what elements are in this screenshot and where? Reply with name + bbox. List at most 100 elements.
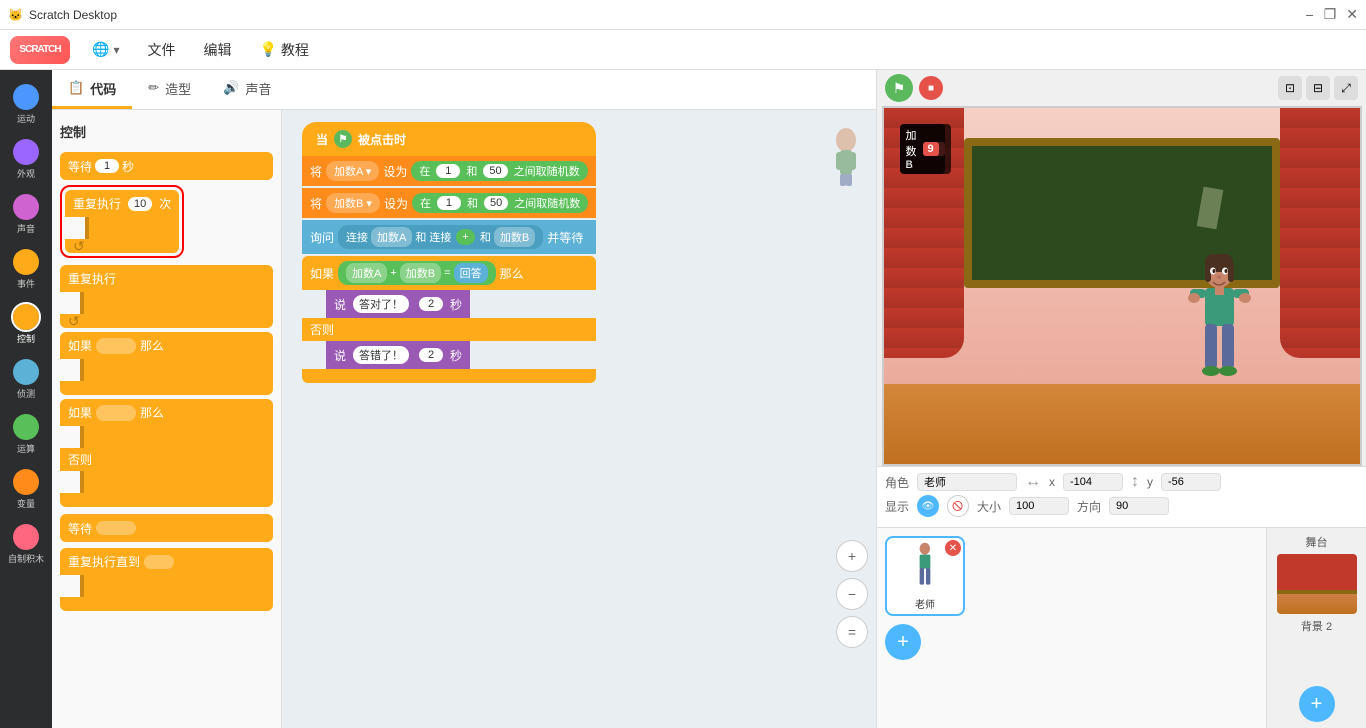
sprite-item-thumb xyxy=(900,542,950,592)
say-wrong-block[interactable]: 说 答错了！ 2 秒 xyxy=(326,341,470,369)
stage-small-button[interactable]: ⊡ xyxy=(1278,76,1302,100)
repeat-until-slot xyxy=(144,555,174,569)
zoom-out-button[interactable]: − xyxy=(836,578,868,610)
set-b-block[interactable]: 将 加数B ▾ 设为 在 1 和 50 之间取随机数 xyxy=(302,188,596,218)
sprite-delete-button[interactable]: ✕ xyxy=(945,540,961,556)
sidebar-item-variables[interactable]: 变量 xyxy=(4,465,48,514)
dir-label: 方向 xyxy=(1077,498,1101,515)
wait-until-block[interactable]: 等待 xyxy=(60,514,273,542)
sidebar-item-sound[interactable]: 声音 xyxy=(4,190,48,239)
dir-input[interactable] xyxy=(1109,497,1169,515)
sound-label: 声音 xyxy=(17,222,35,235)
script-area: 当 ⚑ 被点击时 将 加数A ▾ 设为 在 1 和 50 之间取随机数 xyxy=(282,110,876,728)
sprite-item-name: 老师 xyxy=(915,596,935,611)
playback-buttons: ⚑ ■ xyxy=(885,74,943,102)
repeat-n-input[interactable]: 10 xyxy=(128,197,152,211)
set-a-block[interactable]: 将 加数A ▾ 设为 在 1 和 50 之间取随机数 xyxy=(302,156,596,186)
control-label: 控制 xyxy=(17,332,35,345)
edit-menu[interactable]: 编辑 xyxy=(197,36,237,64)
zoom-reset-button[interactable]: = xyxy=(836,616,868,648)
tab-costume[interactable]: ✏ 造型 xyxy=(132,70,207,109)
sidebar-item-events[interactable]: 事件 xyxy=(4,245,48,294)
stage-medium-button[interactable]: ⊟ xyxy=(1306,76,1330,100)
sprite-list-container: ✕ 老师 + xyxy=(877,528,1266,728)
sidebar-item-control[interactable]: 控制 xyxy=(4,300,48,349)
set-b-rand-max[interactable]: 50 xyxy=(484,196,508,210)
x-input[interactable] xyxy=(1063,473,1123,491)
stage-size-buttons: ⊡ ⊟ ⤢ xyxy=(1278,76,1358,100)
say-correct-secs[interactable]: 2 xyxy=(419,297,443,311)
looks-dot xyxy=(13,139,39,165)
ask-block[interactable]: 询问 连接 加数A 和 连接 + 和 加数B 并等待 xyxy=(302,220,596,254)
size-input[interactable] xyxy=(1009,497,1069,515)
globe-menu[interactable]: 🌐 ▾ xyxy=(86,37,125,62)
backdrop-count-label: 背景 xyxy=(1301,621,1323,633)
sprite-list: ✕ 老师 xyxy=(881,532,1262,620)
repeat-until-label: 重复执行直到 xyxy=(68,553,140,570)
sidebar-item-sensing[interactable]: 侦测 xyxy=(4,355,48,404)
globe-icon: 🌐 xyxy=(92,41,109,58)
wait-block[interactable]: 等待 1 秒 xyxy=(60,152,273,180)
tab-code[interactable]: 📋 代码 xyxy=(52,70,132,109)
code-icon: 📋 xyxy=(68,80,84,96)
show-hidden-button[interactable]: 🚫 xyxy=(947,495,969,517)
tutorial-menu[interactable]: 💡 教程 xyxy=(253,36,314,64)
maximize-button[interactable]: ❐ xyxy=(1324,6,1337,23)
say-correct-unit: 秒 xyxy=(450,296,462,313)
add-backdrop-button[interactable]: + xyxy=(1299,686,1335,722)
floor xyxy=(884,384,1360,464)
say-wrong-secs[interactable]: 2 xyxy=(419,348,443,362)
stage-full-button[interactable]: ⤢ xyxy=(1334,76,1358,100)
if-then: 那么 xyxy=(140,337,164,354)
xy-arrow-icon: ↔ xyxy=(1025,473,1041,491)
say-wrong-msg[interactable]: 答错了！ xyxy=(353,346,409,364)
if-footer xyxy=(302,369,596,383)
sprite-item-teacher[interactable]: ✕ 老师 xyxy=(885,536,965,616)
tab-sound[interactable]: 🔊 声音 xyxy=(207,70,287,109)
set-a-rand-max[interactable]: 50 xyxy=(483,164,507,178)
add-sprite-button[interactable]: + xyxy=(885,624,921,660)
if-header[interactable]: 如果 那么 xyxy=(60,332,273,359)
set-b-rand-min[interactable]: 1 xyxy=(437,196,461,210)
file-menu[interactable]: 文件 xyxy=(141,36,181,64)
show-visible-button[interactable]: 👁 xyxy=(917,495,939,517)
green-flag-button[interactable]: ⚑ xyxy=(885,74,913,102)
if-footer xyxy=(60,381,273,395)
myblocks-label: 自制积木 xyxy=(8,552,44,565)
repeat-forever-header[interactable]: 重复执行 xyxy=(60,265,273,292)
sidebar-item-motion[interactable]: 运动 xyxy=(4,80,48,129)
say-correct-msg[interactable]: 答对了！ xyxy=(353,295,409,313)
code-area: 当 ⚑ 被点击时 将 加数A ▾ 设为 在 1 和 50 之间取随机数 xyxy=(282,110,876,688)
ask-label: 询问 xyxy=(310,229,334,246)
hat-block[interactable]: 当 ⚑ 被点击时 xyxy=(302,122,596,156)
if-else-slot xyxy=(96,405,136,421)
zoom-in-button[interactable]: + xyxy=(836,540,868,572)
say-correct-block[interactable]: 说 答对了！ 2 秒 xyxy=(326,290,470,318)
if-script-header[interactable]: 如果 加数A + 加数B = 回答 那么 xyxy=(302,256,596,290)
set-a-rand-min[interactable]: 1 xyxy=(436,164,460,178)
close-button[interactable]: ✕ xyxy=(1346,6,1358,23)
repeat-n-arrow: ↺ xyxy=(73,238,85,255)
repeat-until-header[interactable]: 重复执行直到 xyxy=(60,548,273,575)
hat-clicked: 被点击时 xyxy=(358,131,406,148)
repeat-n-header[interactable]: 重复执行 10 次 xyxy=(65,190,179,217)
y-input[interactable] xyxy=(1161,473,1221,491)
repeat-forever-mouth xyxy=(80,292,273,314)
titlebar-controls[interactable]: − ❐ ✕ xyxy=(1306,6,1358,23)
sidebar-item-operators[interactable]: 运算 xyxy=(4,410,48,459)
sidebar-item-looks[interactable]: 外观 xyxy=(4,135,48,184)
teacher-sprite xyxy=(1180,249,1260,389)
if-label: 如果 xyxy=(68,337,92,354)
if-else-label: 如果 xyxy=(68,404,92,421)
category-sidebar: 运动 外观 声音 事件 控制 侦测 运算 变量 xyxy=(0,70,52,728)
sprite-svg xyxy=(826,120,866,190)
minimize-button[interactable]: − xyxy=(1306,6,1314,23)
sidebar-item-myblocks[interactable]: 自制积木 xyxy=(4,520,48,569)
stop-button[interactable]: ■ xyxy=(919,76,943,100)
x-label: x xyxy=(1049,475,1055,489)
sprite-name-input[interactable] xyxy=(917,473,1017,491)
wait-input[interactable]: 1 xyxy=(95,159,119,173)
if-else-header[interactable]: 如果 那么 xyxy=(60,399,273,426)
backdrop-thumb[interactable] xyxy=(1277,554,1357,614)
wait-label: 等待 xyxy=(68,158,92,175)
